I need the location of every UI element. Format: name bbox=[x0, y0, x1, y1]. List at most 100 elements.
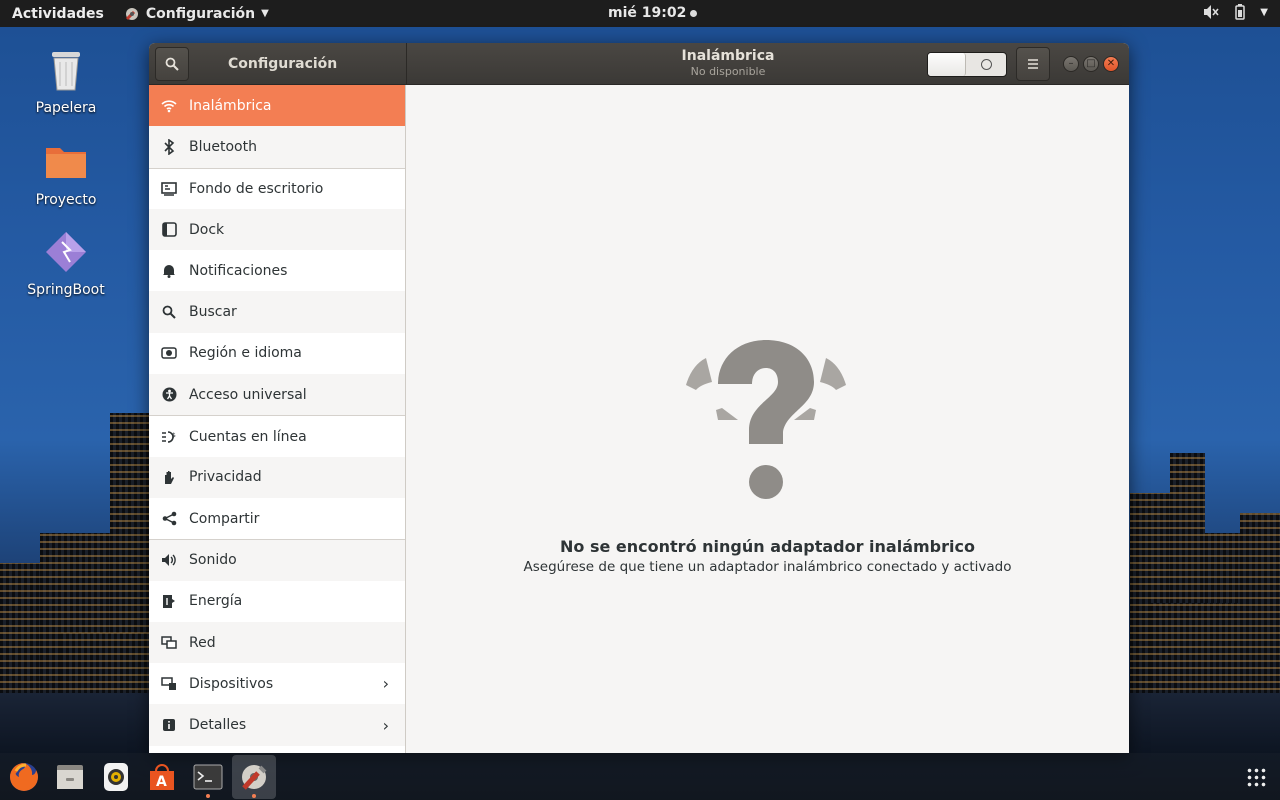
sidebar-item-network[interactable]: Red bbox=[149, 621, 405, 664]
chevron-right-icon: › bbox=[382, 674, 389, 694]
dock-item-audio[interactable] bbox=[94, 755, 138, 799]
settings-icon bbox=[125, 7, 138, 20]
sidebar-item-background[interactable]: Fondo de escritorio bbox=[149, 167, 405, 209]
dock-item-software[interactable]: A bbox=[140, 755, 184, 799]
activities-button[interactable]: Actividades bbox=[12, 6, 104, 22]
sidebar-item-label: Acceso universal bbox=[189, 386, 307, 403]
firefox-icon bbox=[10, 762, 38, 791]
trash-icon bbox=[42, 46, 90, 94]
sidebar-item-search[interactable]: Buscar bbox=[149, 291, 405, 333]
chevron-right-icon: › bbox=[382, 715, 389, 735]
minimize-icon: – bbox=[1068, 58, 1074, 69]
notification-dot-icon bbox=[690, 9, 698, 17]
minimize-button[interactable]: – bbox=[1063, 56, 1079, 72]
wifi-icon bbox=[161, 98, 177, 114]
sidebar-item-dock[interactable]: Dock bbox=[149, 208, 405, 251]
dock-item-settings[interactable] bbox=[232, 754, 276, 799]
desktop-icon-springboot[interactable]: SpringBoot bbox=[16, 228, 116, 298]
dock-item-firefox[interactable] bbox=[2, 755, 46, 799]
sidebar-item-label: Red bbox=[189, 634, 216, 651]
chevron-down-icon: ▼ bbox=[261, 8, 269, 19]
dock-icon bbox=[161, 222, 177, 238]
switch-off-indicator bbox=[966, 53, 1006, 76]
settings-sidebar: Inalámbrica Bluetooth Fondo de escritori… bbox=[149, 85, 406, 753]
desktop-icon-label: Papelera bbox=[35, 100, 97, 116]
dock: A bbox=[0, 753, 1280, 800]
search-button[interactable] bbox=[155, 46, 189, 81]
running-indicator bbox=[206, 793, 210, 798]
maximize-button[interactable]: □ bbox=[1083, 56, 1099, 72]
online-accounts-icon: $ bbox=[161, 429, 177, 445]
desktop-icon-label: Proyecto bbox=[35, 192, 97, 208]
dock-item-files[interactable] bbox=[48, 755, 92, 799]
question-mark-wireless-icon bbox=[686, 340, 846, 499]
top-bar: Actividades Configuración ▼ mié 19:02 ▼ bbox=[0, 0, 1280, 27]
dock-item-terminal[interactable] bbox=[186, 755, 230, 799]
maximize-icon: □ bbox=[1086, 58, 1096, 69]
sidebar-item-privacy[interactable]: Privacidad bbox=[149, 456, 405, 498]
accessibility-icon bbox=[161, 387, 177, 403]
wireless-panel: No se encontró ningún adaptador inalámbr… bbox=[406, 85, 1129, 753]
bell-icon bbox=[161, 263, 177, 279]
sidebar-item-wireless[interactable]: Inalámbrica bbox=[149, 85, 405, 127]
panel-title: Inalámbrica bbox=[681, 48, 775, 64]
app-menu[interactable]: Configuración ▼ bbox=[124, 6, 269, 22]
sidebar-item-label: Inalámbrica bbox=[189, 97, 272, 114]
background-icon bbox=[161, 181, 177, 197]
sidebar-item-region[interactable]: Región e idioma bbox=[149, 333, 405, 374]
app-menu-label: Configuración bbox=[145, 5, 256, 22]
sidebar-item-label: Notificaciones bbox=[189, 262, 288, 279]
region-icon bbox=[161, 345, 177, 361]
sidebar-item-bluetooth[interactable]: Bluetooth bbox=[149, 126, 405, 168]
share-icon bbox=[161, 511, 177, 527]
hamburger-icon bbox=[1028, 59, 1038, 69]
info-icon bbox=[161, 717, 177, 733]
sidebar-item-label: Detalles bbox=[189, 717, 247, 734]
sidebar-item-label: Fondo de escritorio bbox=[189, 180, 324, 197]
switch-knob bbox=[928, 53, 966, 76]
springboot-launcher-icon bbox=[42, 228, 90, 276]
sidebar-item-sound[interactable]: Sonido bbox=[149, 539, 405, 581]
show-applications-icon[interactable] bbox=[1246, 767, 1266, 787]
close-button[interactable]: ✕ bbox=[1103, 56, 1119, 72]
sidebar-item-label: Dispositivos bbox=[189, 675, 274, 692]
sidebar-item-label: Buscar bbox=[189, 304, 237, 321]
volume-muted-icon bbox=[1204, 5, 1219, 19]
running-indicator bbox=[252, 793, 256, 798]
power-icon bbox=[161, 593, 177, 609]
chevron-down-icon: ▼ bbox=[1260, 6, 1268, 18]
sidebar-item-label: Bluetooth bbox=[189, 138, 257, 155]
sidebar-item-devices[interactable]: Dispositivos › bbox=[149, 663, 405, 704]
battery-icon bbox=[1235, 4, 1246, 20]
sidebar-item-label: Cuentas en línea bbox=[189, 428, 307, 445]
clock[interactable]: mié 19:02 bbox=[608, 5, 698, 21]
sidebar-item-sharing[interactable]: Compartir bbox=[149, 498, 405, 539]
desktop-icon-trash[interactable]: Papelera bbox=[16, 46, 116, 116]
file-manager-icon bbox=[57, 764, 83, 789]
terminal-icon bbox=[193, 764, 223, 789]
title-bar[interactable]: Configuración Inalámbrica No disponible … bbox=[149, 43, 1129, 85]
wireless-toggle-switch[interactable] bbox=[927, 52, 1007, 77]
sidebar-item-label: Privacidad bbox=[189, 469, 262, 486]
sidebar-item-label: Región e idioma bbox=[189, 345, 302, 362]
close-icon: ✕ bbox=[1106, 58, 1116, 69]
sidebar-item-label: Compartir bbox=[189, 510, 260, 527]
sidebar-item-label: Sonido bbox=[189, 552, 237, 569]
settings-icon bbox=[242, 764, 267, 790]
sidebar-item-accessibility[interactable]: Acceso universal bbox=[149, 374, 405, 416]
sidebar-item-notifications[interactable]: Notificaciones bbox=[149, 250, 405, 291]
sidebar-item-label: Energía bbox=[189, 593, 243, 610]
sidebar-title: Configuración bbox=[228, 55, 338, 72]
sidebar-item-power[interactable]: Energía bbox=[149, 581, 405, 622]
hamburger-menu-button[interactable] bbox=[1016, 47, 1050, 81]
svg-text:A: A bbox=[156, 774, 167, 790]
sidebar-item-online-accounts[interactable]: $ Cuentas en línea bbox=[149, 415, 405, 456]
hand-icon bbox=[161, 469, 177, 485]
desktop-icon-project[interactable]: Proyecto bbox=[16, 138, 116, 208]
panel-header: Inalámbrica No disponible – □ ✕ bbox=[407, 43, 1129, 84]
speaker-icon bbox=[161, 552, 177, 568]
system-tray[interactable]: ▼ bbox=[1202, 4, 1268, 20]
bluetooth-icon bbox=[161, 138, 177, 155]
clock-label: mié 19:02 bbox=[608, 5, 687, 21]
sidebar-item-details[interactable]: Detalles › bbox=[149, 704, 405, 746]
